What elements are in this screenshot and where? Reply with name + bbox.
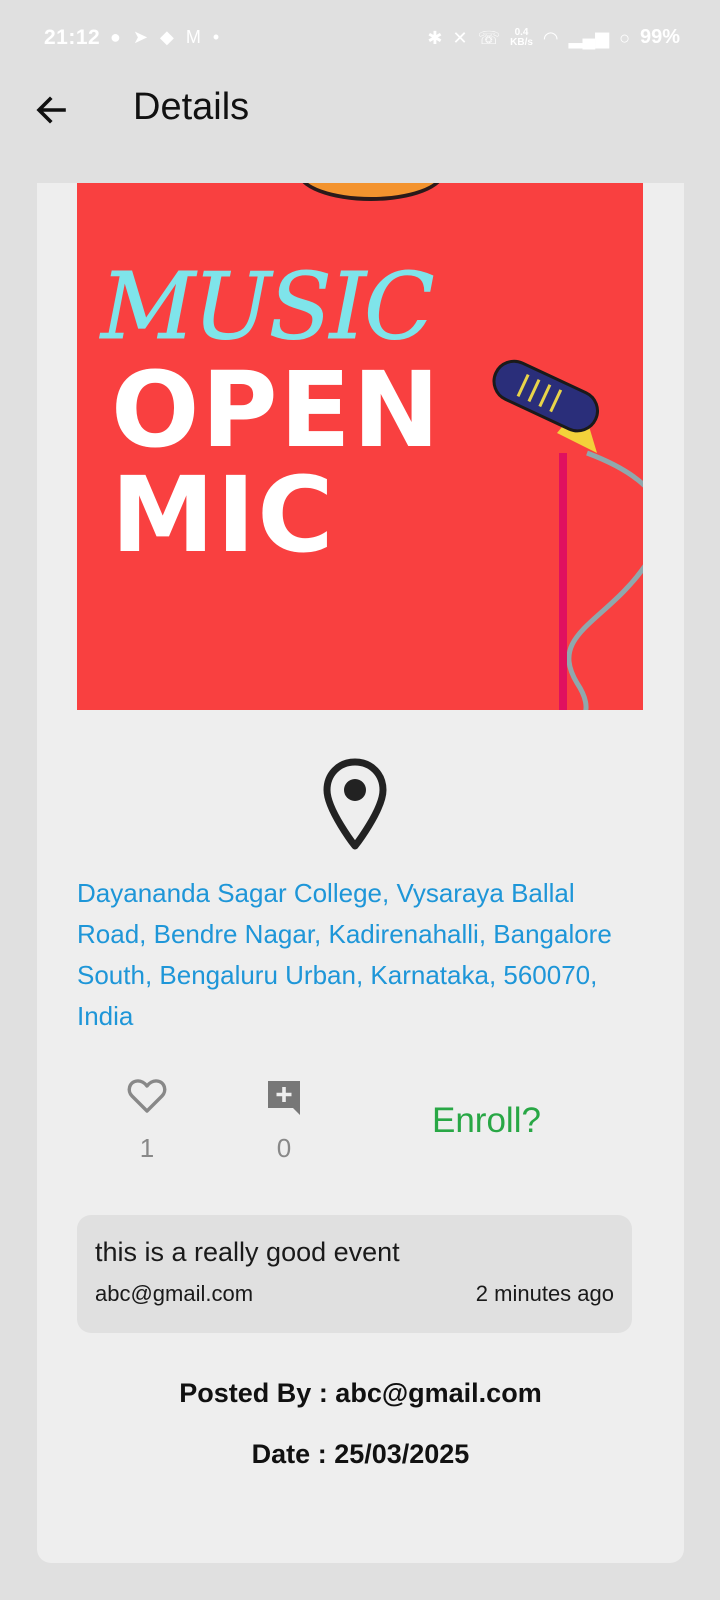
system-icons: ✱ ✕ ☏ 0.4 KB/s ◠ ▂▄▆ ○ 99% xyxy=(427,26,680,49)
map-pin-icon xyxy=(323,758,387,850)
comment-item: this is a really good event abc@gmail.co… xyxy=(77,1215,632,1333)
app-bar: Details xyxy=(0,76,720,186)
comment-author: abc@gmail.com xyxy=(95,1281,254,1306)
poster-decoration xyxy=(297,183,445,201)
poster-text-open: OPEN xyxy=(111,349,442,471)
like-count: 1 xyxy=(139,1133,155,1163)
wifi-icon: ◠ xyxy=(542,27,559,48)
poster-text-music: MUSIC xyxy=(101,253,435,361)
wifi-call-icon: ☏ xyxy=(477,27,501,48)
gmail-icon: M xyxy=(185,27,201,47)
arrow-left-icon[interactable] xyxy=(30,88,74,132)
battery-icon: ○ xyxy=(619,27,630,48)
event-date-label: Date : 25/03/2025 xyxy=(251,1439,470,1469)
status-bar: 21:12 ● ➤ ◆ M • ✱ ✕ ☏ 0.4 KB/s ◠ ▂▄▆ ○ 9… xyxy=(0,0,720,76)
comment-text: this is a really good event xyxy=(95,1237,400,1267)
poster-text-mic: MIC xyxy=(111,454,336,576)
posted-by-label: Posted By : abc@gmail.com xyxy=(179,1378,542,1408)
event-poster-image: MUSIC OPEN MIC xyxy=(77,183,643,710)
comment-count: 0 xyxy=(276,1133,292,1163)
telegram-icon: ➤ xyxy=(132,27,148,47)
enroll-button[interactable]: Enroll? xyxy=(432,1101,541,1141)
more-dot-icon: • xyxy=(212,27,220,47)
network-speed: 0.4 KB/s xyxy=(510,27,533,48)
microphone-icon xyxy=(492,359,643,710)
comment-time: 2 minutes ago xyxy=(475,1281,614,1306)
event-details-card: MUSIC OPEN MIC Dayananda Sagar College, … xyxy=(37,183,684,1563)
network-speed-unit: KB/s xyxy=(510,36,533,48)
add-comment-icon[interactable] xyxy=(265,1078,303,1116)
heart-icon[interactable] xyxy=(127,1078,167,1114)
mute-icon: ✕ xyxy=(452,27,468,48)
battery-percent: 99% xyxy=(639,26,680,48)
bluetooth-icon: ✱ xyxy=(427,27,443,48)
chat-icon: ● xyxy=(110,27,121,47)
location-icon: ◆ xyxy=(159,27,174,47)
signal-icon: ▂▄▆ xyxy=(568,27,610,48)
status-time: 21:12 xyxy=(44,26,101,49)
event-address-link[interactable]: Dayananda Sagar College, Vysaraya Ballal… xyxy=(77,873,647,1037)
page-title: Details xyxy=(133,86,250,128)
notification-icons: ● ➤ ◆ M • xyxy=(110,26,219,48)
